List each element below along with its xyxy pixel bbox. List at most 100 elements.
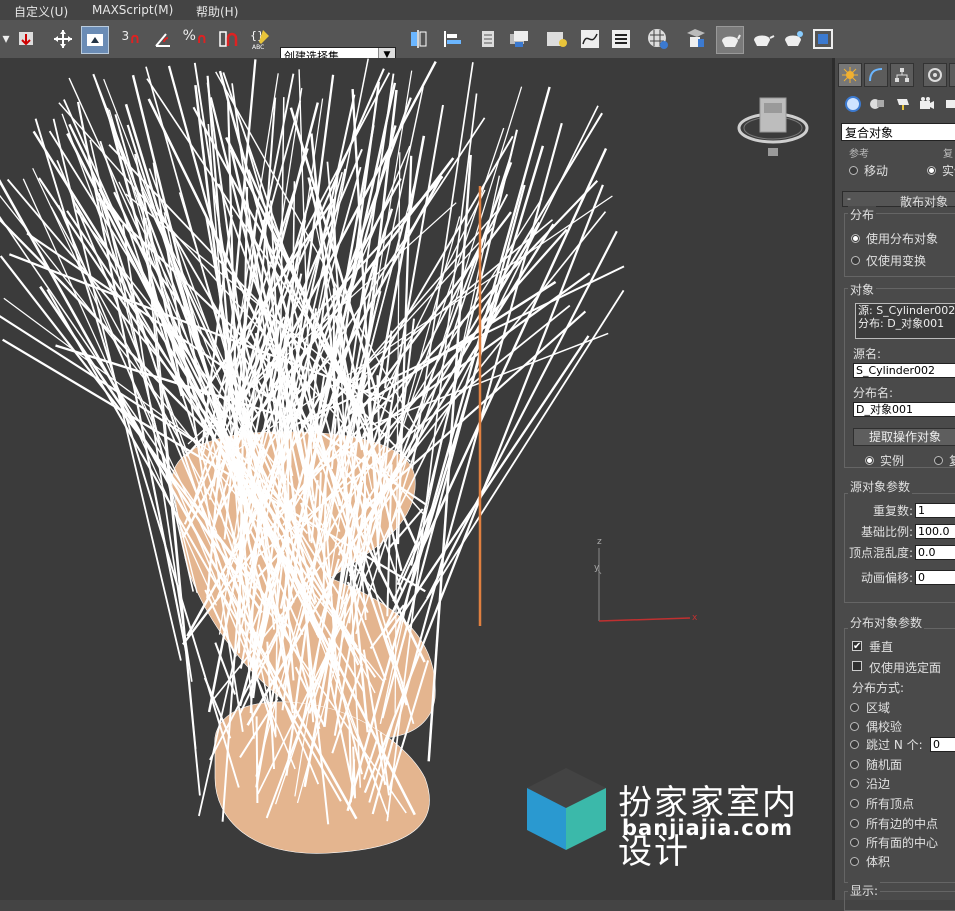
operands-list[interactable]: 源: S_Cylinder002 分布: D_对象001 (855, 303, 955, 339)
use-dist-object-radio[interactable] (851, 234, 860, 243)
layer-manager-icon[interactable] (475, 26, 501, 52)
cameras-icon[interactable] (917, 94, 937, 114)
skip-n-radio[interactable] (850, 740, 859, 749)
select-manipulate-icon[interactable] (81, 26, 109, 54)
edit-named-selection-icon[interactable]: {}ABC (248, 26, 274, 52)
duplicates-spinner[interactable]: 1 (915, 503, 955, 518)
menu-bar: 自定义(U) MAXScript(M) 帮助(H) (0, 0, 955, 21)
scatter-wire (385, 336, 589, 640)
material-editor-icon[interactable] (645, 26, 671, 52)
select-filter-dropdown-icon[interactable]: ▾ (0, 26, 12, 52)
random-faces-radio[interactable] (850, 760, 859, 769)
rendered-frame-window-icon[interactable] (716, 26, 744, 54)
random-faces-label: 随机面 (866, 756, 902, 773)
track-view-icon[interactable] (577, 26, 603, 52)
axis-y-label: y (594, 563, 600, 573)
operand-source[interactable]: 源: S_Cylinder002 (858, 304, 955, 317)
even-radio[interactable] (850, 722, 859, 731)
scatter-wire (257, 716, 258, 803)
scatter-wire (363, 311, 586, 509)
extract-instance-radio[interactable] (865, 456, 874, 465)
align-icon[interactable] (440, 26, 466, 52)
modify-tab-icon[interactable] (864, 63, 888, 87)
create-tab-icon[interactable] (838, 63, 862, 87)
all-vertices-radio[interactable] (850, 799, 859, 808)
base-scale-spinner[interactable]: 100.0 (915, 524, 955, 539)
rollout-collapse-icon: - (847, 192, 851, 205)
instance-radio-top[interactable] (927, 166, 936, 175)
render-setup-icon[interactable] (683, 26, 709, 52)
axis-z-label: z (597, 537, 602, 547)
all-edge-midpoints-label: 所有边的中点 (866, 815, 938, 832)
lights-icon[interactable] (893, 94, 913, 114)
method-label: 分布方式: (852, 679, 904, 696)
anim-offset-spinner[interactable]: 0 (915, 570, 955, 585)
extract-operand-button[interactable]: 提取操作对象 (853, 428, 955, 446)
percent-label: % (183, 28, 196, 44)
curve-editor-icon[interactable] (544, 26, 570, 52)
select-move-icon[interactable] (50, 26, 76, 52)
display-title: 显示: (848, 882, 880, 899)
perpendicular-label: 垂直 (869, 638, 893, 655)
viewcube-icon[interactable] (739, 98, 807, 156)
spinner-snap-icon[interactable] (214, 26, 240, 52)
instance-label-top: 实例 (942, 162, 955, 179)
watermark-logo (527, 768, 606, 850)
move-radio[interactable] (849, 166, 858, 175)
category-dropdown[interactable]: 复合对象 (841, 123, 955, 141)
shapes-icon[interactable] (867, 94, 887, 114)
render-frame-icon[interactable] (810, 26, 836, 52)
use-selected-faces-label: 仅使用选定面 (869, 659, 941, 676)
move-label: 移动 (864, 162, 888, 179)
duplicates-label: 重复数: (873, 502, 913, 519)
motion-tab-icon[interactable] (923, 63, 947, 87)
angle-snap-icon[interactable]: 3∩ (118, 26, 144, 52)
scatter-objects-rollout[interactable]: - 散布对象 (842, 191, 955, 207)
snap-angle-icon[interactable] (150, 26, 176, 52)
along-edges-label: 沿边 (866, 775, 890, 792)
menu-help[interactable]: 帮助(H) (196, 3, 238, 20)
vertex-chaos-spinner[interactable]: 0.0 (915, 545, 955, 560)
mirror-icon[interactable] (405, 26, 431, 52)
skip-n-spinner[interactable]: 0 (930, 737, 955, 752)
source-name-field[interactable]: S_Cylinder002 (853, 363, 955, 378)
volume-radio[interactable] (850, 857, 859, 866)
use-dist-object-label: 使用分布对象 (866, 230, 938, 247)
geometry-icon[interactable] (843, 94, 863, 114)
use-transforms-only-radio[interactable] (851, 256, 860, 265)
area-radio[interactable] (850, 703, 859, 712)
anim-offset-label: 动画偏移: (861, 569, 913, 586)
snap-3-label: 3 (121, 29, 129, 43)
watermark-subtitle: banjiajia.com (622, 816, 793, 840)
area-label: 区域 (866, 699, 890, 716)
viewport-perspective[interactable]: z y x 扮家家室内设计 banjiajia.com (0, 58, 832, 900)
all-edge-midpoints-radio[interactable] (850, 819, 859, 828)
percent-snap-icon[interactable]: %∩ (182, 26, 208, 52)
dist-params-title: 分布对象参数 (848, 614, 924, 631)
select-link-icon[interactable] (14, 26, 40, 52)
render-production-icon[interactable] (750, 26, 776, 52)
along-edges-radio[interactable] (850, 779, 859, 788)
scatter-wires (0, 59, 624, 825)
render-active-icon[interactable] (780, 26, 806, 52)
source-name-label: 源名: (853, 345, 881, 362)
partial-label-2: 复 (943, 145, 953, 160)
use-selected-faces-checkbox[interactable] (852, 661, 862, 671)
scene-explorer-icon[interactable] (506, 26, 532, 52)
schematic-view-icon[interactable] (608, 26, 634, 52)
menu-customize[interactable]: 自定义(U) (14, 3, 68, 20)
helpers-icon[interactable] (941, 94, 955, 114)
all-face-centers-label: 所有面的中心 (866, 834, 938, 851)
volume-label: 体积 (866, 853, 890, 870)
main-toolbar: ▾ 3∩ %∩ {}ABC 创建选择集 ▼ (0, 20, 955, 59)
operand-distribution[interactable]: 分布: D_对象001 (858, 317, 955, 330)
perpendicular-checkbox[interactable]: ✔ (852, 641, 862, 651)
dist-name-field[interactable]: D_对象001 (853, 402, 955, 417)
menu-maxscript[interactable]: MAXScript(M) (92, 3, 173, 17)
display-tab-icon[interactable] (949, 63, 955, 87)
command-panel: 复合对象 参考 复 移动 实例 - 散布对象 分布 使用分布对象 仅使用变换 对… (832, 58, 955, 900)
extract-copy-radio[interactable] (934, 456, 943, 465)
all-face-centers-radio[interactable] (850, 838, 859, 847)
hierarchy-tab-icon[interactable] (890, 63, 914, 87)
vertex-chaos-label: 顶点混乱度: (849, 544, 913, 561)
